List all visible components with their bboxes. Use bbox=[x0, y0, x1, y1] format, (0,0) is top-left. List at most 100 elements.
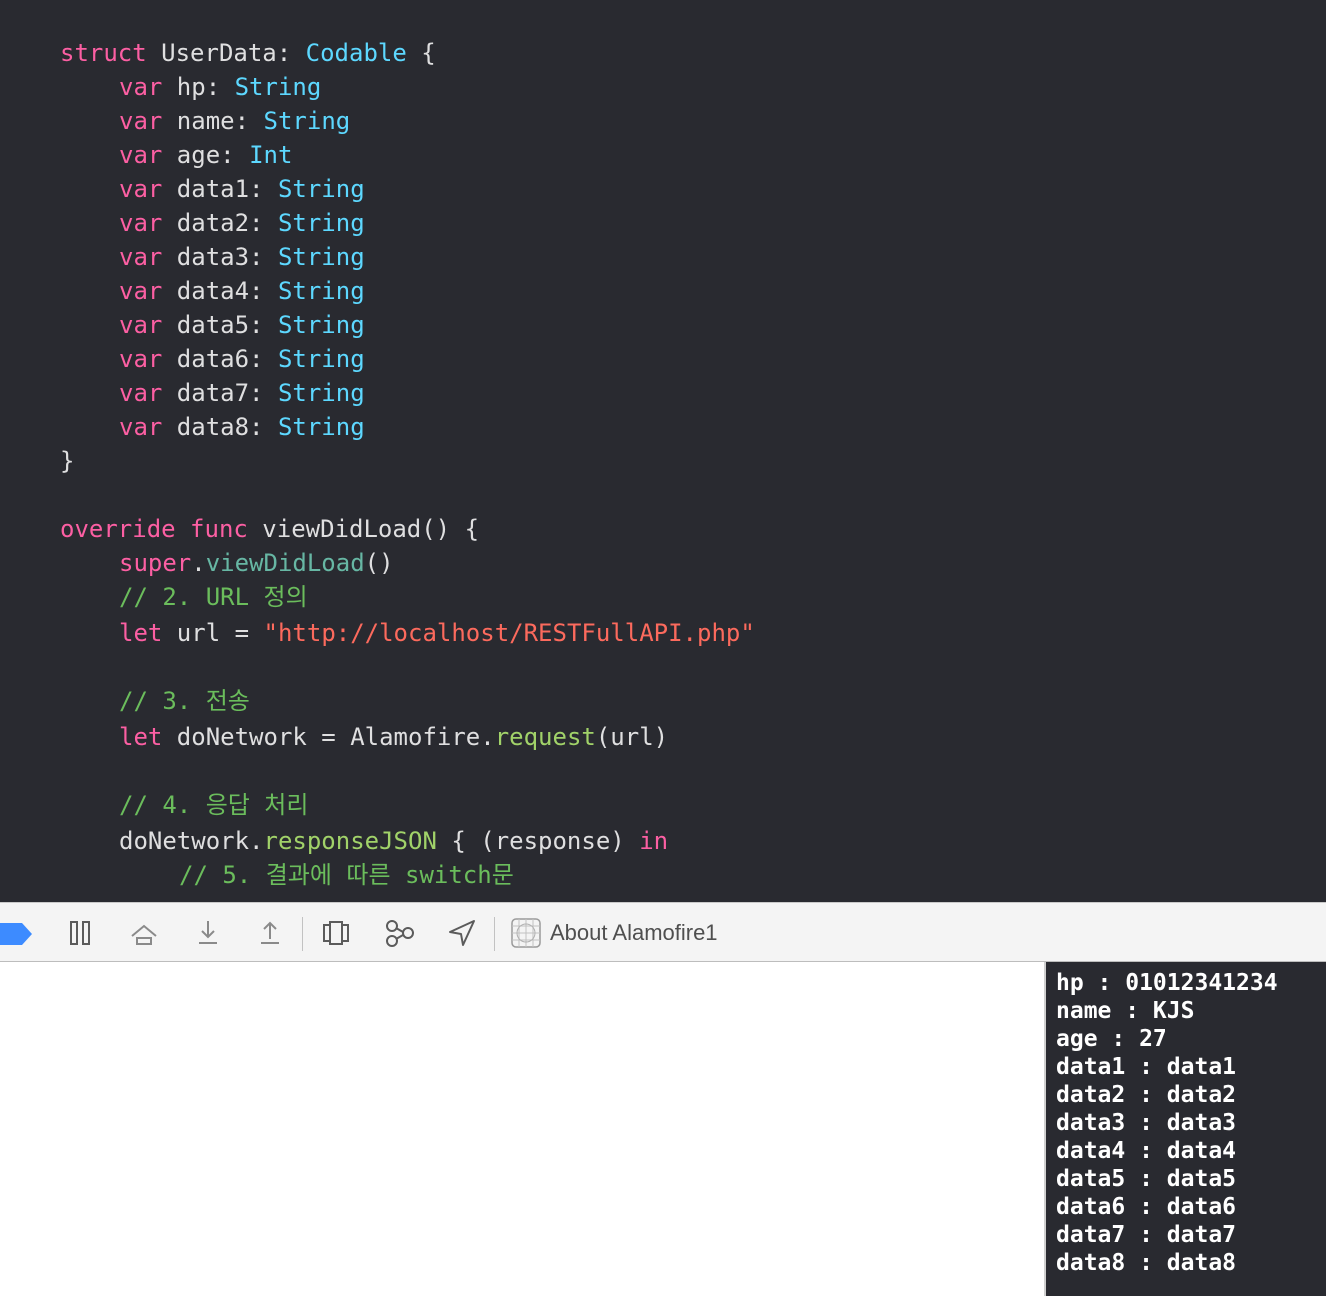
code-token: UserData: bbox=[146, 39, 306, 67]
code-line: var data1: String bbox=[119, 172, 365, 206]
debug-target-label[interactable]: About Alamofire1 bbox=[550, 917, 718, 949]
code-token: var bbox=[119, 209, 163, 237]
console-line: age : 27 bbox=[1056, 1026, 1167, 1052]
memory-graph-button[interactable] bbox=[380, 913, 420, 953]
code-editor[interactable]: struct UserData: Codable {var hp: String… bbox=[0, 0, 1326, 902]
code-token: responseJSON bbox=[263, 827, 437, 855]
step-into-icon bbox=[199, 921, 217, 944]
code-token: data7: bbox=[162, 379, 278, 407]
app-target-icon bbox=[511, 918, 541, 948]
console-line: name : KJS bbox=[1056, 998, 1195, 1024]
code-token: request bbox=[494, 723, 596, 751]
code-token: // 5. 결과에 따른 switch문 bbox=[179, 861, 514, 889]
code-token: var bbox=[119, 345, 163, 373]
continue-button[interactable] bbox=[60, 913, 100, 953]
code-token: // 3. 전송 bbox=[119, 687, 250, 715]
code-token: data6: bbox=[162, 345, 278, 373]
console-line: data6 : data6 bbox=[1056, 1194, 1237, 1220]
console-line: hp : 01012341234 bbox=[1056, 970, 1278, 996]
code-token: String bbox=[277, 379, 365, 407]
step-over-button[interactable] bbox=[124, 913, 164, 953]
code-token: doNetwork. bbox=[119, 827, 264, 855]
code-line: // 4. 응답 처리 bbox=[119, 788, 308, 822]
code-line: // 3. 전송 bbox=[119, 684, 250, 718]
code-token: in bbox=[639, 827, 669, 855]
code-token: url = bbox=[162, 619, 264, 647]
code-line: var data4: String bbox=[119, 274, 365, 308]
code-token: var bbox=[119, 413, 163, 441]
code-line: doNetwork.responseJSON { (response) in bbox=[119, 824, 668, 858]
code-token: data5: bbox=[162, 311, 278, 339]
code-token: viewDidLoad() { bbox=[247, 515, 480, 543]
code-token: String bbox=[234, 73, 322, 101]
code-token: { (response) bbox=[436, 827, 640, 855]
console-line: data1 : data1 bbox=[1056, 1054, 1237, 1080]
code-line: var age: Int bbox=[119, 138, 292, 172]
code-line: var data6: String bbox=[119, 342, 365, 376]
code-token: var bbox=[119, 73, 163, 101]
simulate-location-button[interactable] bbox=[442, 913, 482, 953]
code-line: super.viewDidLoad() bbox=[119, 546, 394, 580]
code-token: (url) bbox=[595, 723, 669, 751]
code-token: struct bbox=[60, 39, 147, 67]
step-into-button[interactable] bbox=[188, 913, 228, 953]
code-token: data4: bbox=[162, 277, 278, 305]
code-token: var bbox=[119, 107, 163, 135]
code-token: () bbox=[364, 549, 394, 577]
code-line: let url = "http://localhost/RESTFullAPI.… bbox=[119, 616, 755, 650]
code-token: viewDidLoad bbox=[205, 549, 365, 577]
code-token: String bbox=[277, 413, 365, 441]
code-token: let bbox=[119, 723, 163, 751]
breakpoint-toggle-icon[interactable] bbox=[0, 923, 32, 945]
code-line: var data7: String bbox=[119, 376, 365, 410]
code-token: // 2. URL 정의 bbox=[119, 583, 308, 611]
code-token: var bbox=[119, 311, 163, 339]
code-token: var bbox=[119, 141, 163, 169]
code-token: String bbox=[277, 311, 365, 339]
code-token: Int bbox=[249, 141, 293, 169]
code-token: Codable bbox=[305, 39, 407, 67]
step-out-button[interactable] bbox=[250, 913, 290, 953]
code-token: super bbox=[119, 549, 192, 577]
code-token: String bbox=[277, 243, 365, 271]
code-line: var hp: String bbox=[119, 70, 321, 104]
code-token: String bbox=[277, 209, 365, 237]
code-token: String bbox=[277, 277, 365, 305]
code-token: var bbox=[119, 277, 163, 305]
code-token: func bbox=[190, 515, 248, 543]
code-token: name: bbox=[162, 107, 264, 135]
code-line: override func viewDidLoad() { bbox=[60, 512, 479, 546]
console-line: data5 : data5 bbox=[1056, 1166, 1237, 1192]
step-out-icon bbox=[261, 921, 279, 944]
debug-view-hierarchy-button[interactable] bbox=[316, 913, 356, 953]
code-token: let bbox=[119, 619, 163, 647]
continue-icon bbox=[70, 921, 90, 945]
code-token: data3: bbox=[162, 243, 278, 271]
memory-graph-icon bbox=[386, 920, 414, 947]
code-token: { bbox=[406, 39, 436, 67]
code-token: // 4. 응답 처리 bbox=[119, 791, 309, 819]
toolbar-divider bbox=[494, 917, 495, 951]
code-token: hp: bbox=[162, 73, 235, 101]
console-output[interactable]: hp : 01012341234 name : KJS age : 27 data1 … bbox=[1046, 962, 1326, 1296]
code-token: String bbox=[277, 175, 365, 203]
code-token: data1: bbox=[162, 175, 278, 203]
console-line: data8 : data8 bbox=[1056, 1250, 1237, 1276]
code-line: struct UserData: Codable { bbox=[60, 36, 436, 70]
code-line: var data5: String bbox=[119, 308, 365, 342]
debug-view-hierarchy-icon bbox=[323, 921, 349, 945]
code-token: data2: bbox=[162, 209, 278, 237]
variables-view[interactable] bbox=[0, 962, 1044, 1296]
code-line: // 5. 결과에 따른 switch문 bbox=[179, 858, 514, 892]
code-token: String bbox=[263, 107, 351, 135]
code-line: } bbox=[60, 444, 74, 478]
code-line: let doNetwork = Alamofire.request(url) bbox=[119, 720, 668, 754]
code-token: override bbox=[60, 515, 176, 543]
step-over-icon bbox=[131, 924, 157, 945]
console-line: data7 : data7 bbox=[1056, 1222, 1237, 1248]
code-token: . bbox=[191, 549, 206, 577]
code-token: data8: bbox=[162, 413, 278, 441]
console-line: data4 : data4 bbox=[1056, 1138, 1237, 1164]
toolbar-divider bbox=[302, 917, 303, 951]
